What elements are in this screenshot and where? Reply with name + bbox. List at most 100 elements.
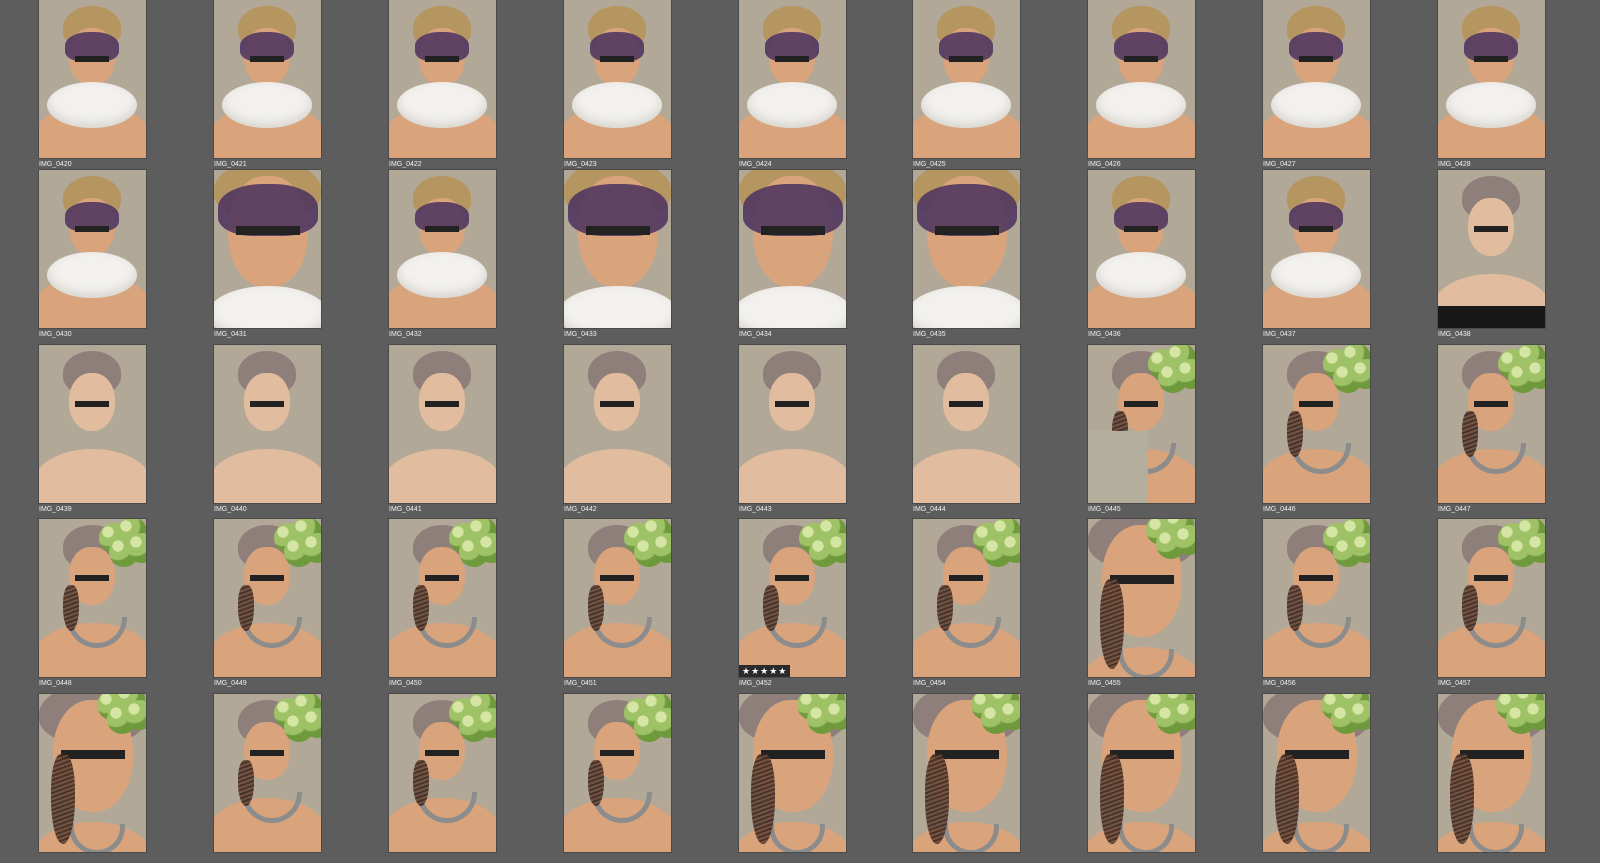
- photo-image[interactable]: [389, 345, 496, 503]
- photo-thumbnail[interactable]: IMG_0439: [39, 345, 146, 514]
- photo-thumbnail[interactable]: IMG_0428: [1438, 0, 1545, 169]
- photo-thumbnail[interactable]: IMG_0448: [39, 519, 146, 688]
- photo-image[interactable]: [214, 694, 321, 852]
- photo-thumbnail[interactable]: [913, 694, 1020, 863]
- photo-image[interactable]: [1438, 170, 1545, 328]
- photo-thumbnail[interactable]: IMG_0423: [564, 0, 671, 169]
- photo-thumbnail[interactable]: IMG_0433: [564, 170, 671, 339]
- photo-image[interactable]: [564, 170, 671, 328]
- photo-thumbnail[interactable]: [1263, 694, 1370, 863]
- photo-image[interactable]: [39, 0, 146, 158]
- photo-thumbnail[interactable]: IMG_0451: [564, 519, 671, 688]
- photo-image[interactable]: [1088, 170, 1195, 328]
- photo-thumbnail[interactable]: IMG_0450: [389, 519, 496, 688]
- photo-image[interactable]: [739, 170, 846, 328]
- photo-thumbnail[interactable]: IMG_0434: [739, 170, 846, 339]
- photo-image[interactable]: [739, 0, 846, 158]
- photo-image[interactable]: [389, 694, 496, 852]
- photo-thumbnail[interactable]: IMG_0437: [1263, 170, 1370, 339]
- photo-image[interactable]: [913, 519, 1020, 677]
- photo-image[interactable]: [1088, 345, 1195, 503]
- photo-image[interactable]: ★★★★★: [739, 519, 846, 677]
- photo-image[interactable]: [389, 0, 496, 158]
- photo-image[interactable]: [1088, 694, 1195, 852]
- photo-thumbnail[interactable]: IMG_0422: [389, 0, 496, 169]
- photo-thumbnail[interactable]: IMG_0440: [214, 345, 321, 514]
- photo-image[interactable]: [1438, 519, 1545, 677]
- photo-thumbnail[interactable]: IMG_0445: [1088, 345, 1195, 514]
- photo-thumbnail[interactable]: [564, 694, 671, 863]
- photo-image[interactable]: [214, 345, 321, 503]
- photo-thumbnail[interactable]: IMG_0442: [564, 345, 671, 514]
- photo-image[interactable]: [389, 170, 496, 328]
- photo-thumbnail[interactable]: IMG_0449: [214, 519, 321, 688]
- photo-image[interactable]: [389, 519, 496, 677]
- photo-thumbnail[interactable]: IMG_0436: [1088, 170, 1195, 339]
- photo-thumbnail[interactable]: IMG_0454: [913, 519, 1020, 688]
- photo-thumbnail[interactable]: [1088, 694, 1195, 863]
- photo-thumbnail[interactable]: IMG_0446: [1263, 345, 1370, 514]
- photo-image[interactable]: [564, 694, 671, 852]
- eyes-shape: [1474, 401, 1508, 407]
- photo-thumbnail[interactable]: IMG_0432: [389, 170, 496, 339]
- photo-image[interactable]: [1263, 345, 1370, 503]
- feather-lashes-shape: [1450, 754, 1474, 844]
- photo-image[interactable]: [913, 170, 1020, 328]
- photo-image[interactable]: [564, 519, 671, 677]
- photo-image[interactable]: [1438, 0, 1545, 158]
- photo-image[interactable]: [39, 170, 146, 328]
- photo-filename-label: IMG_0424: [739, 161, 772, 168]
- photo-thumbnail[interactable]: IMG_0456: [1263, 519, 1370, 688]
- photo-thumbnail[interactable]: IMG_0444: [913, 345, 1020, 514]
- photo-thumbnail[interactable]: IMG_0435: [913, 170, 1020, 339]
- photo-thumbnail[interactable]: [39, 694, 146, 863]
- photo-filename-label: IMG_0434: [739, 331, 772, 338]
- eyes-shape: [425, 401, 459, 407]
- photo-thumbnail[interactable]: IMG_0455: [1088, 519, 1195, 688]
- photo-image[interactable]: [913, 694, 1020, 852]
- photo-image[interactable]: [1263, 0, 1370, 158]
- photo-image[interactable]: [1263, 170, 1370, 328]
- photo-thumbnail[interactable]: IMG_0426: [1088, 0, 1195, 169]
- eyes-shape: [1110, 750, 1174, 759]
- photo-filename-label: IMG_0431: [214, 331, 247, 338]
- photo-image[interactable]: [913, 345, 1020, 503]
- photo-image[interactable]: [1088, 0, 1195, 158]
- photo-thumbnail[interactable]: IMG_0457: [1438, 519, 1545, 688]
- photo-thumbnail[interactable]: IMG_0430: [39, 170, 146, 339]
- photo-thumbnail[interactable]: IMG_0431: [214, 170, 321, 339]
- photo-image[interactable]: [39, 519, 146, 677]
- photo-thumbnail[interactable]: IMG_0424: [739, 0, 846, 169]
- white-ruff-collar-shape: [1096, 252, 1186, 298]
- photo-thumbnail[interactable]: ★★★★★ IMG_0452: [739, 519, 846, 688]
- photo-image[interactable]: [1438, 694, 1545, 852]
- photo-thumbnail[interactable]: IMG_0421: [214, 0, 321, 169]
- photo-image[interactable]: [214, 170, 321, 328]
- photo-image[interactable]: [1438, 345, 1545, 503]
- photo-image[interactable]: [39, 694, 146, 852]
- photo-thumbnail[interactable]: IMG_0425: [913, 0, 1020, 169]
- photo-image[interactable]: [564, 345, 671, 503]
- photo-image[interactable]: [1088, 519, 1195, 677]
- photo-image[interactable]: [913, 0, 1020, 158]
- photo-image[interactable]: [214, 519, 321, 677]
- photo-image[interactable]: [1263, 694, 1370, 852]
- photo-image[interactable]: [739, 345, 846, 503]
- photo-thumbnail[interactable]: IMG_0443: [739, 345, 846, 514]
- photo-thumbnail[interactable]: [214, 694, 321, 863]
- photo-image[interactable]: [39, 345, 146, 503]
- photo-thumbnail[interactable]: [389, 694, 496, 863]
- photo-image[interactable]: [1263, 519, 1370, 677]
- photo-image[interactable]: [739, 694, 846, 852]
- photo-thumbnail[interactable]: IMG_0427: [1263, 0, 1370, 169]
- photo-image[interactable]: [214, 0, 321, 158]
- photo-thumbnail[interactable]: IMG_0438: [1438, 170, 1545, 339]
- photo-thumbnail[interactable]: [739, 694, 846, 863]
- photo-thumbnail[interactable]: [1438, 694, 1545, 863]
- photo-thumbnail[interactable]: IMG_0420: [39, 0, 146, 169]
- photo-filename-label: [1263, 855, 1370, 863]
- photo-image[interactable]: [564, 0, 671, 158]
- photo-thumbnail[interactable]: IMG_0447: [1438, 345, 1545, 514]
- photo-thumbnail[interactable]: IMG_0441: [389, 345, 496, 514]
- shoulders-shape: [389, 449, 496, 503]
